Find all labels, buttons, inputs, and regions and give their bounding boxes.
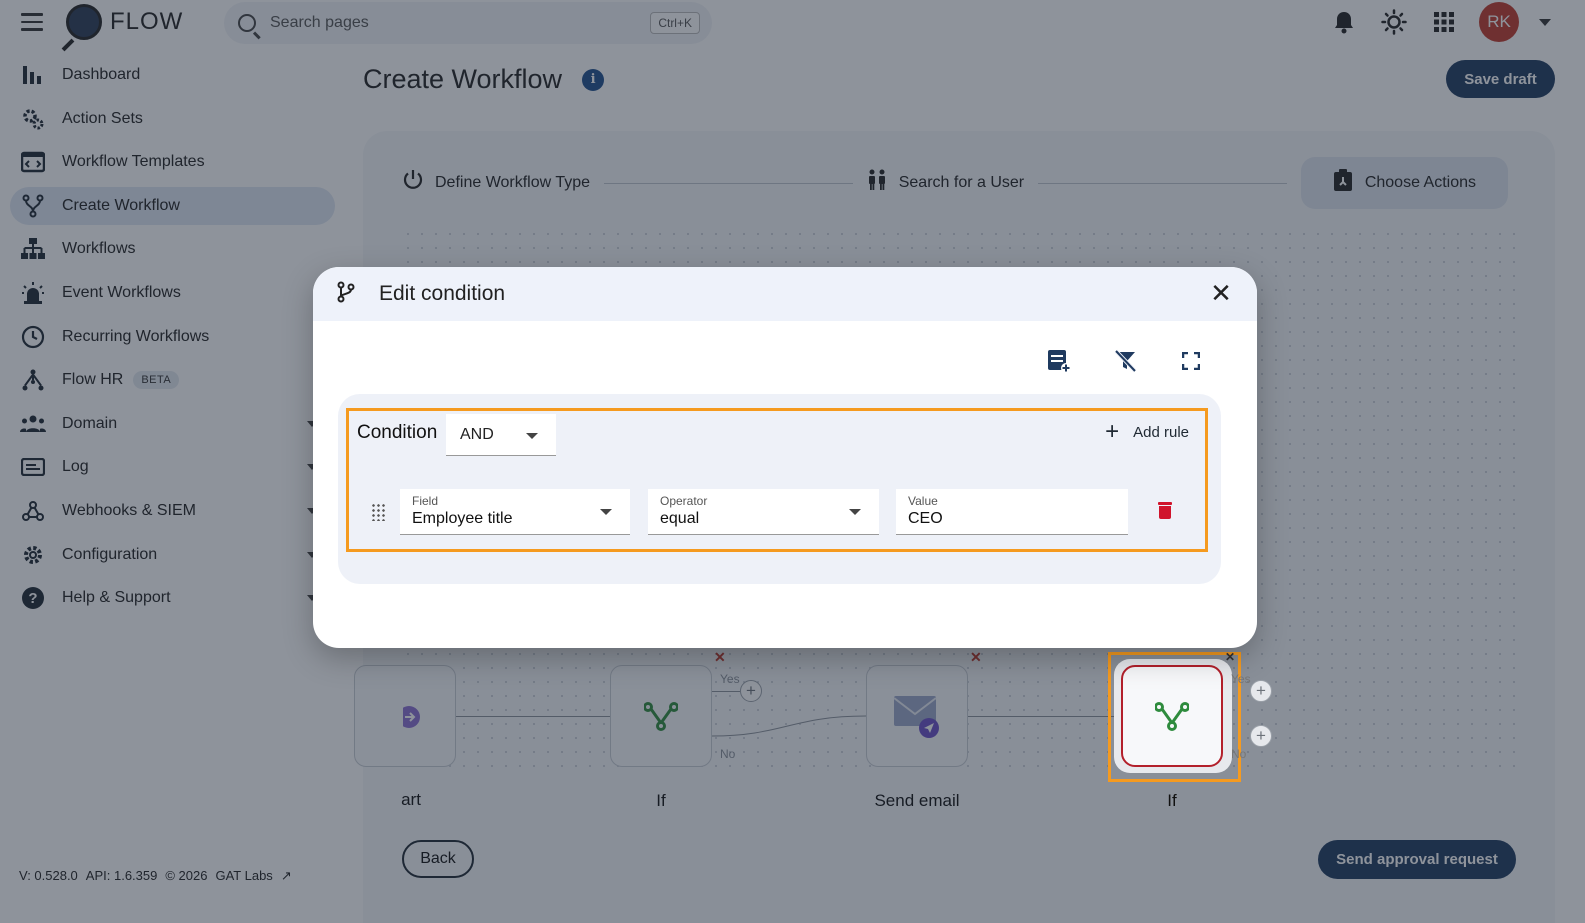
condition-group: Condition AND + Add rule Field Employee … xyxy=(346,408,1208,552)
condition-label: Condition xyxy=(357,422,438,443)
add-rule-button[interactable]: + Add rule xyxy=(1105,418,1189,445)
fullscreen-icon[interactable] xyxy=(1177,347,1205,375)
dialog-header: Edit condition ✕ xyxy=(313,267,1257,321)
chevron-down-icon xyxy=(600,509,612,515)
dialog-title: Edit condition xyxy=(379,282,506,305)
node-label: If xyxy=(1167,791,1177,810)
chevron-down-icon xyxy=(849,509,861,515)
add-node-plus-icon[interactable]: + xyxy=(1250,680,1272,702)
operator-value: equal xyxy=(660,510,700,527)
field-select[interactable]: Field Employee title xyxy=(400,489,630,535)
edit-condition-dialog: Edit condition ✕ Condition AND + Add rul… xyxy=(313,267,1257,648)
close-icon[interactable]: ✕ xyxy=(1207,280,1235,308)
rule-row: Field Employee title Operator equal Valu… xyxy=(349,489,1205,535)
operator-select[interactable]: Operator equal xyxy=(648,489,879,535)
chevron-down-icon xyxy=(526,433,538,439)
query-builder: Condition AND + Add rule Field Employee … xyxy=(338,394,1221,584)
delete-node-icon[interactable]: ✕ xyxy=(1225,650,1235,664)
highlight-frame xyxy=(1108,652,1241,782)
dialog-toolbar xyxy=(1045,347,1205,375)
value-value: CEO xyxy=(908,510,943,527)
drag-handle-icon[interactable] xyxy=(371,503,385,521)
operator-label: Operator xyxy=(660,494,708,508)
combinator-value: AND xyxy=(460,425,494,443)
add-node-plus-icon[interactable]: + xyxy=(1250,725,1272,747)
combinator-select[interactable]: AND xyxy=(446,414,556,456)
add-rule-label: Add rule xyxy=(1133,423,1189,441)
field-label: Field xyxy=(412,494,439,508)
branch-icon xyxy=(337,281,355,308)
value-label: Value xyxy=(908,494,938,508)
value-input[interactable]: Value CEO xyxy=(896,489,1128,535)
field-value: Employee title xyxy=(412,510,513,527)
clear-filter-icon[interactable] xyxy=(1111,347,1139,375)
add-group-icon[interactable] xyxy=(1045,347,1073,375)
plus-icon: + xyxy=(1105,418,1120,445)
branch-yes-label: Yes xyxy=(1231,672,1251,686)
delete-rule-icon[interactable] xyxy=(1158,502,1172,519)
branch-no-label: No xyxy=(1231,747,1247,761)
